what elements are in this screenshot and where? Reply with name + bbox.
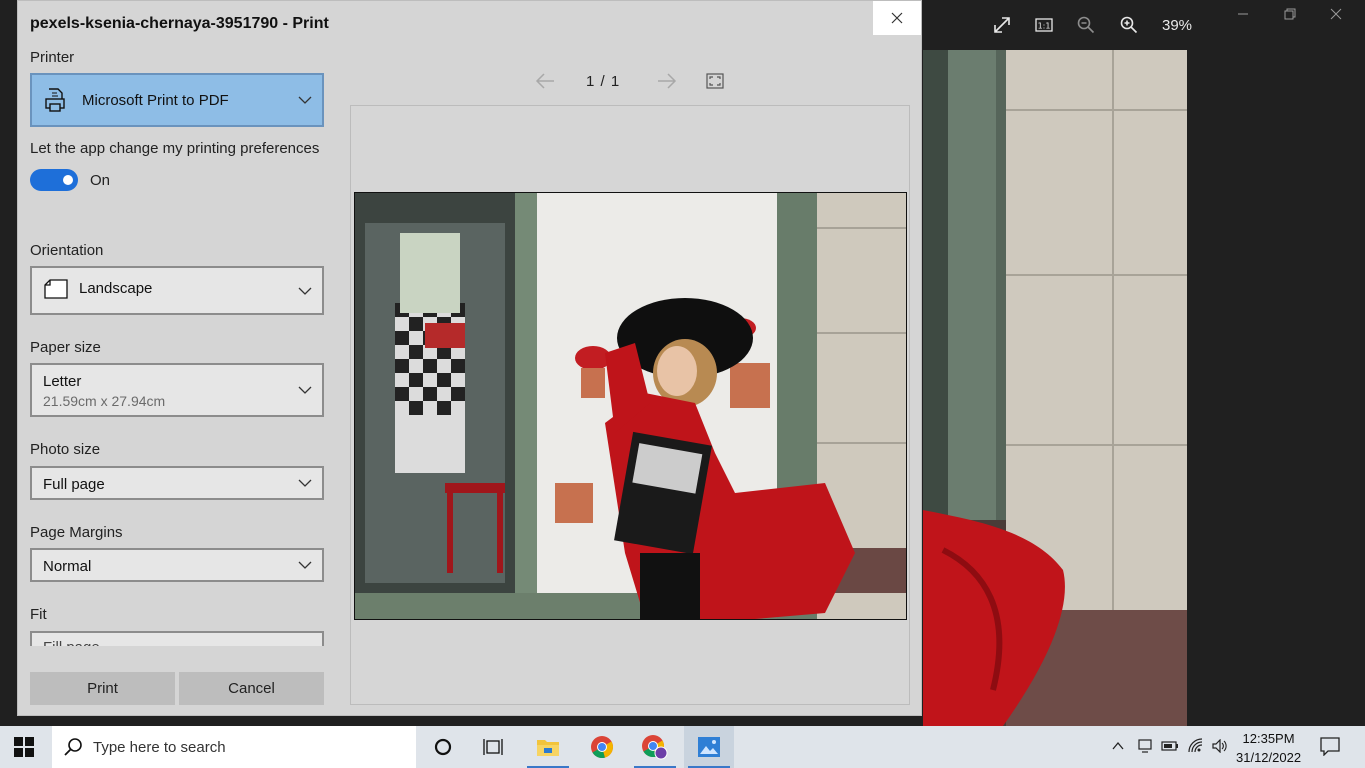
printer-icon — [45, 88, 65, 112]
volume-icon[interactable] — [1212, 739, 1228, 753]
toggle-knob — [63, 175, 73, 185]
zoom-label: 39% — [1161, 16, 1193, 34]
close-icon — [891, 12, 903, 24]
previous-page-icon[interactable] — [534, 71, 556, 91]
restore-icon[interactable] — [1275, 8, 1305, 28]
cancel-button[interactable]: Cancel — [179, 672, 324, 705]
zoom-in-icon[interactable] — [1116, 10, 1142, 40]
search-placeholder: Type here to search — [93, 739, 226, 756]
printer-label: Printer — [30, 49, 75, 66]
page-margins-dropdown[interactable]: Normal — [30, 548, 324, 582]
windows-start-icon[interactable] — [14, 737, 34, 757]
landscape-page-icon — [44, 279, 68, 299]
task-view-icon[interactable] — [468, 726, 518, 768]
chevron-down-icon — [298, 386, 312, 394]
preferences-toggle[interactable] — [30, 169, 78, 191]
battery-icon[interactable] — [1161, 739, 1179, 753]
printer-value: Microsoft Print to PDF — [82, 92, 229, 109]
notification-center-icon[interactable] — [1320, 736, 1340, 756]
orientation-value: Landscape — [79, 280, 153, 297]
paper-size-detail: 21.59cm x 27.94cm — [43, 393, 166, 409]
page-margins-label: Page Margins — [30, 524, 123, 541]
orientation-dropdown[interactable]: Landscape — [30, 266, 324, 315]
search-icon — [64, 738, 82, 756]
taskbar: Type here to search 12:35PM 31/12/2022 — [0, 726, 1365, 768]
paper-size-dropdown[interactable]: Letter 21.59cm x 27.94cm — [30, 363, 324, 417]
fit-dropdown[interactable]: Fill page — [30, 631, 324, 647]
preview-photo — [354, 192, 907, 620]
photos-icon[interactable] — [684, 726, 734, 768]
zoom-level[interactable]: 39% — [1155, 10, 1199, 40]
page-margins-value: Normal — [43, 558, 92, 575]
wifi-icon[interactable] — [1188, 738, 1204, 754]
chevron-down-icon — [298, 561, 312, 569]
device-icon[interactable] — [1138, 739, 1152, 753]
photo-size-value: Full page — [43, 476, 105, 493]
paper-size-label: Paper size — [30, 339, 101, 356]
file-explorer-icon[interactable] — [523, 726, 573, 768]
preferences-label: Let the app change my printing preferenc… — [30, 140, 320, 157]
background-photo — [923, 50, 1187, 726]
printer-dropdown[interactable]: Microsoft Print to PDF — [30, 73, 324, 127]
page-indicator: 1 / 1 — [586, 73, 621, 90]
show-hidden-icons-icon[interactable] — [1112, 741, 1124, 751]
expand-icon[interactable] — [989, 10, 1015, 40]
fit-to-window-icon[interactable] — [706, 73, 724, 89]
photo-background-art — [923, 50, 1187, 726]
chrome-icon[interactable] — [577, 726, 627, 768]
scroll-clip — [18, 646, 348, 672]
photos-toolbar: 1:1 39% — [923, 0, 1365, 50]
paper-size-value: Letter — [43, 373, 82, 390]
minimize-icon[interactable] — [1228, 8, 1258, 28]
next-page-icon[interactable] — [656, 71, 678, 91]
dialog-close-button[interactable] — [873, 1, 921, 35]
preview-photo-art — [355, 193, 906, 619]
dialog-title: pexels-ksenia-chernaya-3951790 - Print — [30, 15, 329, 32]
clock-date: 31/12/2022 — [1236, 750, 1302, 765]
zoom-out-icon[interactable] — [1073, 10, 1099, 40]
photo-size-label: Photo size — [30, 441, 101, 458]
taskbar-search-box[interactable]: Type here to search — [52, 726, 416, 768]
orientation-label: Orientation — [30, 242, 104, 259]
cortana-icon[interactable] — [418, 726, 468, 768]
photo-size-dropdown[interactable]: Full page — [30, 466, 324, 500]
fit-label: Fit — [30, 606, 47, 623]
close-icon[interactable] — [1321, 8, 1351, 28]
chevron-down-icon — [298, 96, 312, 104]
print-dialog: pexels-ksenia-chernaya-3951790 - Print P… — [17, 0, 922, 716]
clock-time: 12:35PM — [1242, 731, 1295, 746]
toggle-state-text: On — [90, 172, 111, 189]
svg-text:1:1: 1:1 — [1038, 22, 1051, 31]
actual-size-icon[interactable]: 1:1 — [1031, 10, 1057, 40]
clock[interactable]: 12:35PM 31/12/2022 — [1236, 729, 1301, 767]
print-button[interactable]: Print — [30, 672, 175, 705]
print-preview-frame — [350, 105, 910, 705]
chrome-profile-icon[interactable] — [630, 726, 680, 768]
chevron-down-icon — [298, 479, 312, 487]
chevron-down-icon — [298, 287, 312, 295]
